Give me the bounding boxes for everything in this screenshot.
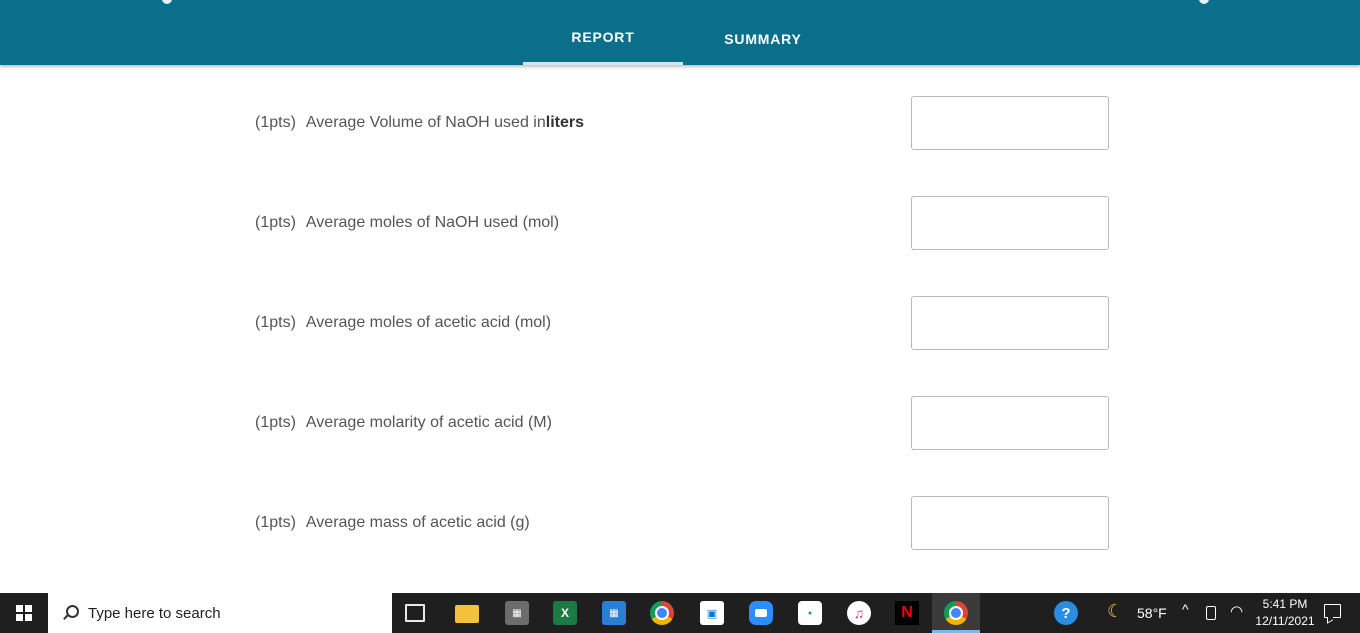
- points-label: (1pts): [255, 414, 296, 431]
- question-text: Average moles of acetic acid (mol): [305, 314, 552, 331]
- help-icon[interactable]: ?: [1054, 601, 1078, 625]
- zoom-icon[interactable]: [749, 601, 773, 625]
- question-text: Average mass of acetic acid (g): [305, 514, 530, 531]
- question-row: (1pts) Average moles of acetic acid (mol…: [0, 296, 1360, 350]
- question-row: (1pts) Average molarity of acetic acid (…: [0, 396, 1360, 450]
- answer-input-moles-acetic-acid[interactable]: [911, 296, 1109, 350]
- report-form: (1pts) Average Volume of NaOH used in li…: [0, 65, 1360, 593]
- search-icon: [62, 605, 79, 621]
- windows-logo-icon: [16, 605, 32, 621]
- app-header: REPORT SUMMARY: [0, 0, 1360, 65]
- header-clipped-icon: [1199, 0, 1209, 4]
- notification-icon[interactable]: [1324, 604, 1341, 618]
- chevron-up-icon[interactable]: ^: [1182, 601, 1189, 617]
- file-explorer-icon[interactable]: [455, 605, 479, 623]
- task-view-icon[interactable]: [405, 604, 425, 622]
- question-text-bold: liters: [545, 114, 584, 131]
- microsoft-store-icon[interactable]: ▣: [700, 601, 724, 625]
- windows-taskbar: Type here to search ▦ X ▦ ▣ ● ♫ N ? ☾ 58…: [0, 593, 1360, 633]
- question-label: (1pts) Average molarity of acetic acid (…: [255, 396, 552, 450]
- tab-summary[interactable]: SUMMARY: [683, 0, 843, 65]
- points-label: (1pts): [255, 214, 296, 231]
- question-text: Average Volume of NaOH used in: [305, 114, 546, 131]
- points-label: (1pts): [255, 514, 296, 531]
- points-label: (1pts): [255, 314, 296, 331]
- clock-date: 12/11/2021: [1255, 614, 1315, 628]
- cricut-icon[interactable]: ●: [798, 601, 822, 625]
- question-label: (1pts) Average Volume of NaOH used in li…: [255, 96, 584, 150]
- battery-icon[interactable]: [1206, 606, 1216, 620]
- chrome-icon[interactable]: [650, 601, 674, 625]
- question-row: (1pts) Average Volume of NaOH used in li…: [0, 96, 1360, 150]
- answer-input-molarity-acetic-acid[interactable]: [911, 396, 1109, 450]
- question-label: (1pts) Average moles of NaOH used (mol): [255, 196, 559, 250]
- question-text: Average molarity of acetic acid (M): [305, 414, 552, 431]
- netflix-icon[interactable]: N: [895, 601, 919, 625]
- system-clock[interactable]: 5:41 PM 12/11/2021: [1250, 596, 1320, 630]
- points-label: (1pts): [255, 114, 296, 131]
- itunes-icon[interactable]: ♫: [847, 601, 871, 625]
- tab-report[interactable]: REPORT: [523, 0, 683, 65]
- answer-input-mass-acetic-acid[interactable]: [911, 496, 1109, 550]
- weather-temperature[interactable]: 58°F: [1137, 593, 1167, 633]
- search-placeholder: Type here to search: [88, 604, 221, 622]
- clock-time: 5:41 PM: [1262, 597, 1308, 611]
- taskbar-search-box[interactable]: Type here to search: [48, 593, 392, 633]
- question-label: (1pts) Average mass of acetic acid (g): [255, 496, 530, 550]
- question-text: Average moles of NaOH used (mol): [305, 214, 560, 231]
- answer-input-volume-naoh[interactable]: [911, 96, 1109, 150]
- calculator-icon[interactable]: ▦: [505, 601, 529, 625]
- excel-icon[interactable]: X: [553, 601, 577, 625]
- question-row: (1pts) Average moles of NaOH used (mol): [0, 196, 1360, 250]
- moon-weather-icon[interactable]: ☾: [1107, 601, 1123, 622]
- wifi-icon[interactable]: ◠: [1230, 602, 1243, 620]
- question-row: (1pts) Average mass of acetic acid (g): [0, 496, 1360, 550]
- header-clipped-icon: [162, 0, 172, 4]
- chrome-profile-icon[interactable]: [944, 601, 968, 625]
- answer-input-moles-naoh[interactable]: [911, 196, 1109, 250]
- question-label: (1pts) Average moles of acetic acid (mol…: [255, 296, 551, 350]
- start-button[interactable]: [0, 593, 48, 633]
- calendar-icon[interactable]: ▦: [602, 601, 626, 625]
